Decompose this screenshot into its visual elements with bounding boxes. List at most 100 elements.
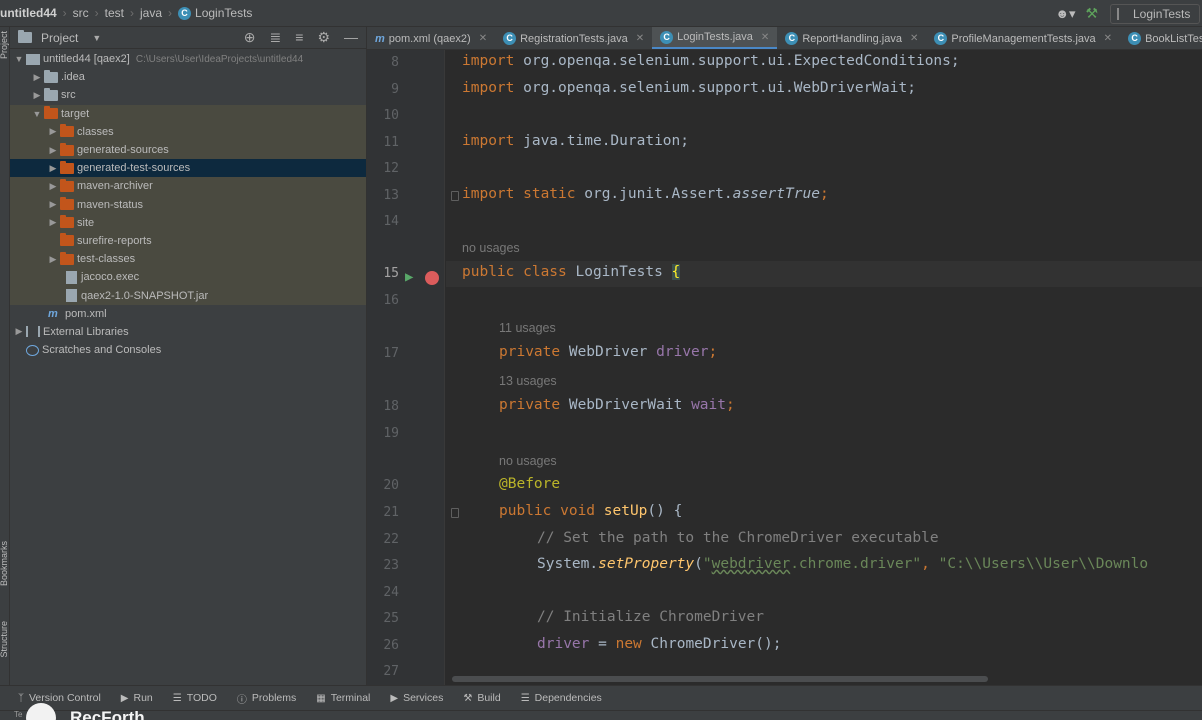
close-icon[interactable]: ✕	[910, 33, 918, 44]
code-line[interactable]: 15 ▶ public class LoginTests {	[367, 261, 1202, 287]
chevron-right-icon[interactable]: ▶	[46, 254, 60, 265]
tree-item-idea[interactable]: ▶ .idea	[10, 68, 366, 86]
close-icon[interactable]: ✕	[479, 33, 487, 44]
chevron-down-icon[interactable]: ▼	[12, 54, 26, 64]
breadcrumb-test[interactable]: test	[105, 6, 124, 20]
code-editor[interactable]: 8 import org.openqa.selenium.support.ui.…	[367, 50, 1202, 685]
build-hammer-icon[interactable]: ⚒	[1085, 5, 1098, 22]
line-number: 16	[383, 293, 399, 308]
problems-button[interactable]: ⓘ Problems	[237, 691, 296, 706]
expand-all-icon[interactable]: ≣	[270, 29, 282, 46]
chevron-right-icon[interactable]: ▶	[46, 163, 60, 174]
code-line[interactable]: 21 public void setUp() {	[367, 500, 1202, 526]
code-line[interactable]: 19	[367, 421, 1202, 447]
tree-item-maven-status[interactable]: ▶ maven-status	[10, 195, 366, 214]
chevron-right-icon[interactable]: ▶	[30, 90, 44, 101]
tree-item-external-libraries[interactable]: ▶ External Libraries	[10, 323, 366, 341]
tree-item-site[interactable]: ▶ site	[10, 213, 366, 232]
collapse-all-icon[interactable]: ≡	[295, 29, 303, 46]
fold-marker-icon[interactable]	[451, 508, 459, 518]
tree-item-src[interactable]: ▶ src	[10, 86, 366, 104]
tab-profile-management-tests[interactable]: C ProfileManagementTests.java ✕	[926, 27, 1120, 49]
code-line[interactable]: 9 import org.openqa.selenium.support.ui.…	[367, 77, 1202, 103]
tree-item-pom-xml[interactable]: m pom.xml	[10, 305, 366, 323]
tab-pom-xml[interactable]: m pom.xml (qaex2) ✕	[367, 27, 495, 49]
tree-item-untitled44[interactable]: ▼ untitled44 [qaex2] C:\Users\User\IdeaP…	[10, 50, 366, 68]
usages-hint[interactable]: 11 usages	[499, 321, 556, 335]
project-tool-tab[interactable]: Project	[0, 31, 9, 59]
usages-hint[interactable]: no usages	[499, 454, 557, 468]
code-line[interactable]: 18 private WebDriverWait wait;	[367, 394, 1202, 420]
code-line[interactable]: 23 System.setProperty("webdriver.chrome.…	[367, 553, 1202, 579]
code-line[interactable]: 13 import static org.junit.Assert.assert…	[367, 183, 1202, 209]
code-line[interactable]: 26 driver = new ChromeDriver();	[367, 633, 1202, 659]
horizontal-scrollbar[interactable]	[452, 676, 988, 682]
code-line[interactable]: 12	[367, 156, 1202, 182]
tree-item-classes[interactable]: ▶ classes	[10, 122, 366, 141]
code-line[interactable]: 11 import java.time.Duration;	[367, 130, 1202, 156]
code-line[interactable]: 16	[367, 288, 1202, 314]
code-line[interactable]: 24	[367, 580, 1202, 606]
line-number: 12	[383, 161, 399, 176]
breadcrumb-logintests[interactable]: C LoginTests	[178, 6, 252, 20]
code-line[interactable]: 25 // Initialize ChromeDriver	[367, 606, 1202, 632]
close-icon[interactable]: ✕	[636, 33, 644, 44]
dependencies-button[interactable]: ☰ Dependencies	[521, 692, 602, 704]
code-line[interactable]: 20 @Before	[367, 473, 1202, 499]
chevron-down-icon[interactable]: ▼	[30, 109, 44, 119]
tab-registration-tests[interactable]: C RegistrationTests.java ✕	[495, 27, 652, 49]
tree-item-jar[interactable]: qaex2-1.0-SNAPSHOT.jar	[10, 286, 366, 305]
chevron-right-icon[interactable]: ▶	[46, 126, 60, 137]
tree-item-label: classes	[77, 125, 114, 138]
tree-item-maven-archiver[interactable]: ▶ maven-archiver	[10, 177, 366, 196]
chevron-down-icon[interactable]: ▼	[92, 33, 101, 43]
chevron-right-icon[interactable]: ▶	[46, 181, 60, 192]
fold-marker-icon[interactable]	[451, 190, 459, 201]
build-button[interactable]: ⚒ Build	[463, 692, 500, 704]
close-icon[interactable]: ✕	[1104, 33, 1112, 44]
close-icon[interactable]: ✕	[761, 32, 769, 43]
chevron-right-icon[interactable]: ▶	[46, 217, 60, 228]
usages-hint[interactable]: 13 usages	[499, 374, 557, 388]
breadcrumb-src[interactable]: src	[73, 6, 89, 20]
tree-item-surefire-reports[interactable]: surefire-reports	[10, 231, 366, 251]
chevron-right-icon[interactable]: ▶	[12, 326, 26, 337]
tab-login-tests[interactable]: C LoginTests.java ✕	[652, 27, 778, 49]
excluded-folder-icon	[60, 124, 74, 138]
tab-label: RegistrationTests.java	[520, 32, 628, 45]
left-tool-strip: Project Bookmarks Structure	[0, 27, 10, 685]
tree-item-jacoco-exec[interactable]: jacoco.exec	[10, 268, 366, 287]
user-icon[interactable]: ☻▾	[1053, 5, 1077, 23]
code-line[interactable]: 10	[367, 103, 1202, 129]
code-line[interactable]: 8 import org.openqa.selenium.support.ui.…	[367, 50, 1202, 76]
structure-tool-tab[interactable]: Structure	[0, 621, 9, 658]
tree-item-generated-test-sources[interactable]: ▶ generated-test-sources	[10, 159, 366, 178]
problems-icon: ⓘ	[236, 694, 247, 706]
locate-icon[interactable]: ⊕	[244, 29, 256, 46]
code-line[interactable]: 14	[367, 209, 1202, 235]
breadcrumb-project[interactable]: untitled44	[0, 6, 57, 20]
project-panel-title[interactable]: Project	[41, 31, 78, 45]
run-test-icon[interactable]: ▶	[405, 269, 413, 285]
tree-item-test-classes[interactable]: ▶ test-classes	[10, 250, 366, 269]
tree-item-generated-sources[interactable]: ▶ generated-sources	[10, 140, 366, 160]
terminal-button[interactable]: ▦ Terminal	[316, 692, 370, 704]
run-configuration-select[interactable]: LoginTests	[1110, 3, 1200, 24]
bookmarks-tool-tab[interactable]: Bookmarks	[0, 541, 9, 586]
tree-item-target[interactable]: ▼ target	[10, 104, 366, 123]
hide-icon[interactable]: —	[344, 29, 358, 46]
tree-item-scratches[interactable]: Scratches and Consoles	[10, 341, 366, 359]
breakpoint-icon[interactable]	[425, 271, 439, 285]
tab-report-handling[interactable]: C ReportHandling.java ✕	[777, 27, 926, 49]
chevron-right-icon[interactable]: ▶	[46, 145, 60, 156]
usages-hint[interactable]: no usages	[462, 241, 520, 255]
code-line[interactable]: 17 private WebDriver driver;	[367, 341, 1202, 367]
chevron-right-icon[interactable]: ▶	[30, 72, 44, 83]
todo-button[interactable]: ☰ TODO	[173, 692, 217, 704]
breadcrumb-java[interactable]: java	[140, 6, 162, 20]
chevron-right-icon[interactable]: ▶	[46, 199, 60, 210]
services-button[interactable]: ▶ Services	[390, 692, 443, 704]
gear-icon[interactable]: ⚙	[317, 29, 330, 46]
tab-book-list-tests[interactable]: C BookListTests.java	[1120, 27, 1202, 49]
code-line[interactable]: 22 // Set the path to the ChromeDriver e…	[367, 527, 1202, 553]
